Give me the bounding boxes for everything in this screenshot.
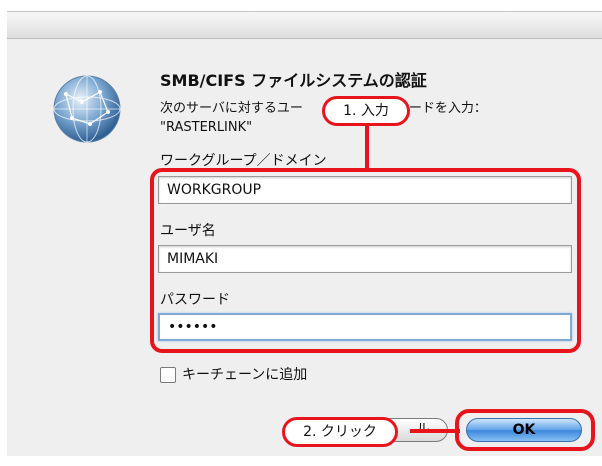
keychain-checkbox[interactable] (160, 367, 176, 383)
message-line1-start: 次のサーバに対するユー (160, 101, 303, 116)
password-field[interactable]: •••••• (158, 313, 572, 341)
password-label: パスワード (160, 292, 230, 308)
username-field[interactable]: MIMAKI (158, 245, 572, 273)
username-label: ユーザ名 (160, 223, 216, 239)
step2-connector (410, 429, 460, 433)
workgroup-label: ワークグループ／ドメイン (160, 153, 327, 169)
step1-callout: 1. 入力 (322, 96, 410, 126)
message-server-name: "RASTERLINK" (160, 120, 253, 135)
step2-callout: 2. クリック (282, 417, 398, 447)
keychain-label: キーチェーンに追加 (182, 367, 308, 383)
ok-button[interactable]: OK (466, 418, 582, 442)
dialog-title: SMB/CIFS ファイルシステムの認証 (160, 71, 427, 90)
title-bar (7, 12, 602, 39)
workgroup-field[interactable]: WORKGROUP (158, 176, 572, 204)
network-globe-icon (53, 75, 121, 143)
